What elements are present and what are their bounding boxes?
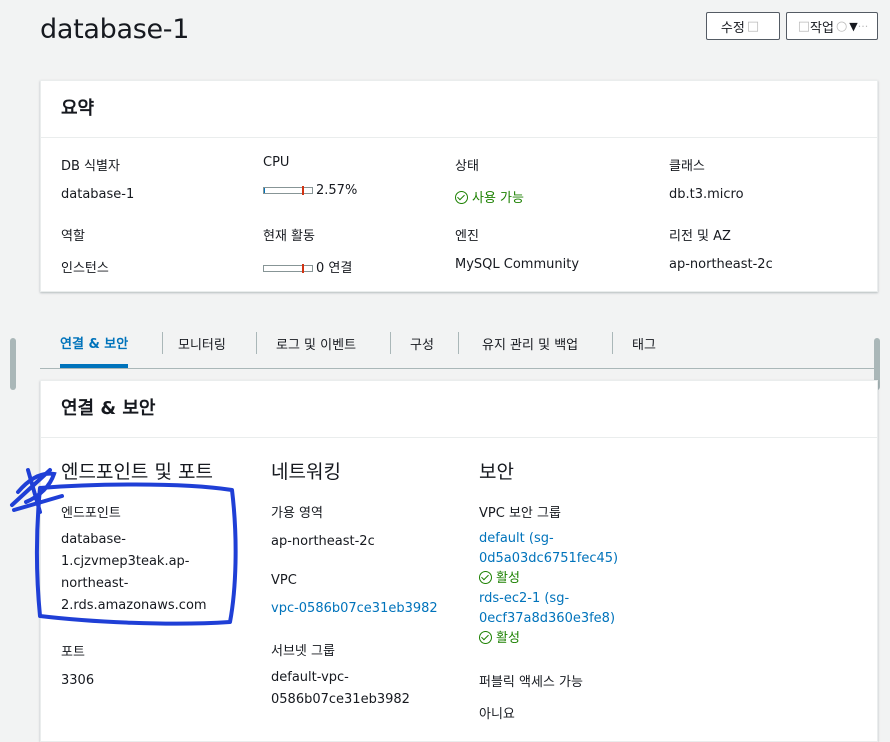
status-badge: 사용 가능 — [455, 187, 524, 206]
security-section-title: 보안 — [479, 461, 514, 483]
detail-tabs: 연결 & 보안 모니터링 로그 및 이벤트 구성 유지 관리 및 백업 태그 — [40, 320, 876, 369]
tab-connectivity-security[interactable]: 연결 & 보안 — [60, 320, 129, 368]
subnet-group-label: 서브넷 그룹 — [271, 644, 335, 659]
activity-progress-bar — [263, 264, 313, 273]
region-value: ap-northeast-2c — [669, 257, 773, 272]
subnet-line: 0586b07ce31eb3982 — [271, 692, 410, 707]
tab-separator — [458, 332, 459, 354]
tab-monitoring[interactable]: 모니터링 — [178, 320, 226, 366]
summary-heading: 요약 — [41, 81, 877, 138]
actions-button-label: 작업 — [810, 20, 834, 36]
page-title: database-1 — [40, 14, 190, 45]
security-group-rds-ec2-link[interactable]: rds-ec2-1 (sg- 0ecf37a8d360e3fe8) — [479, 589, 699, 629]
more-icon: ··· — [857, 19, 869, 33]
security-column: 보안 VPC 보안 그룹 default (sg- 0d5a03dc6751fe… — [479, 457, 699, 722]
edit-button[interactable]: 수정 □ — [706, 12, 780, 40]
engine-value: MySQL Community — [455, 257, 580, 272]
status-field: 상태 사용 가능 — [455, 155, 524, 206]
chevron-down-icon: ▼ — [849, 19, 858, 33]
cpu-field: CPU 2.57% — [263, 155, 357, 198]
endpoint-line: northeast- — [61, 576, 129, 591]
sg-line: default (sg- — [479, 531, 554, 546]
db-identifier-label: DB 식별자 — [61, 159, 120, 174]
cpu-label: CPU — [263, 155, 290, 170]
status-label: 상태 — [455, 159, 479, 174]
cpu-progress-bar — [263, 186, 313, 195]
tab-logs-events[interactable]: 로그 및 이벤트 — [276, 320, 356, 366]
sg1-status-text: 활성 — [496, 571, 520, 586]
endpoint-label: 엔드포인트 — [61, 506, 121, 521]
sg-line: rds-ec2-1 (sg- — [479, 591, 570, 606]
check-circle-icon — [479, 631, 492, 644]
public-access-label: 퍼블릭 액세스 가능 — [479, 675, 583, 690]
subnet-line: default-vpc- — [271, 670, 349, 685]
region-label: 리전 및 AZ — [669, 229, 731, 244]
check-circle-icon — [455, 191, 468, 204]
cpu-value: 2.57% — [316, 183, 358, 198]
endpoint-line: 2.rds.amazonaws.com — [61, 598, 207, 613]
role-value: 인스턴스 — [61, 261, 109, 276]
connectivity-heading: 연결 & 보안 — [41, 381, 877, 438]
tab-maintenance-backup[interactable]: 유지 관리 및 백업 — [482, 320, 578, 366]
endpoint-line: 1.cjzvmep3teak.ap- — [61, 554, 190, 569]
region-field: 리전 및 AZ ap-northeast-2c — [669, 225, 773, 272]
tab-configuration[interactable]: 구성 — [410, 320, 434, 366]
activity-value: 0 연결 — [316, 261, 353, 276]
tab-tags[interactable]: 태그 — [632, 320, 656, 366]
role-field: 역할 인스턴스 — [61, 225, 109, 276]
activity-meter: 0 연결 — [263, 257, 352, 276]
sg-line: 0d5a03dc6751fec45) — [479, 551, 619, 566]
check-circle-icon — [479, 571, 492, 584]
port-label: 포트 — [61, 645, 85, 660]
tab-separator — [612, 332, 613, 354]
az-value: ap-northeast-2c — [271, 534, 375, 549]
tab-separator — [390, 332, 391, 354]
overlay-icon-2: ○ — [835, 18, 848, 34]
activity-label: 현재 활동 — [263, 229, 315, 244]
activity-field: 현재 활동 0 연결 — [263, 225, 352, 276]
db-identifier-field: DB 식별자 database-1 — [61, 155, 134, 202]
security-group-label: VPC 보안 그룹 — [479, 506, 561, 521]
cpu-threshold-marker — [302, 186, 304, 195]
connectivity-card: 연결 & 보안 엔드포인트 및 포트 엔드포인트 database- 1.cjz… — [40, 380, 878, 742]
cpu-meter: 2.57% — [263, 183, 357, 198]
engine-field: 엔진 MySQL Community — [455, 225, 579, 272]
subnet-group-value: default-vpc- 0586b07ce31eb3982 — [271, 667, 471, 711]
vpc-label: VPC — [271, 573, 297, 588]
class-field: 클래스 db.t3.micro — [669, 155, 744, 202]
sg-line: 0ecf37a8d360e3fe8) — [479, 611, 616, 626]
endpoint-section-title: 엔드포인트 및 포트 — [61, 461, 213, 483]
port-value: 3306 — [61, 673, 95, 688]
class-label: 클래스 — [669, 159, 705, 174]
activity-threshold-marker — [302, 264, 304, 273]
tab-separator — [256, 332, 257, 354]
sg2-status: 활성 — [479, 629, 699, 649]
class-value: db.t3.micro — [669, 187, 744, 202]
tab-separator — [162, 332, 163, 354]
cpu-progress-fill — [264, 188, 266, 193]
az-label: 가용 영역 — [271, 506, 323, 521]
engine-label: 엔진 — [455, 229, 479, 244]
vpc-link[interactable]: vpc-0586b07ce31eb3982 — [271, 601, 471, 616]
edit-button-label: 수정 — [720, 20, 745, 36]
left-scroll-handle[interactable] — [10, 338, 16, 390]
status-value: 사용 가능 — [472, 191, 524, 206]
networking-column: 네트워킹 가용 영역 ap-northeast-2c VPC vpc-0586b… — [271, 457, 471, 711]
networking-section-title: 네트워킹 — [271, 461, 341, 483]
db-identifier-value: database-1 — [61, 187, 135, 202]
summary-card: 요약 DB 식별자 database-1 CPU 2.57% 상태 사용 가능 … — [40, 80, 878, 292]
overlay-icon: □ — [797, 18, 811, 34]
endpoint-line: database- — [61, 532, 126, 547]
endpoint-column: 엔드포인트 및 포트 엔드포인트 database- 1.cjzvmep3tea… — [61, 457, 261, 688]
sg1-status: 활성 — [479, 569, 699, 589]
public-access-value: 아니요 — [479, 707, 515, 722]
sg2-status-text: 활성 — [496, 631, 520, 646]
endpoint-value: database- 1.cjzvmep3teak.ap- northeast- … — [61, 529, 261, 617]
security-group-default-link[interactable]: default (sg- 0d5a03dc6751fec45) — [479, 529, 699, 569]
role-label: 역할 — [61, 229, 85, 244]
actions-button[interactable]: □ 작업 ○ ▼ ··· — [786, 12, 878, 40]
comment-icon: □ — [746, 18, 760, 34]
